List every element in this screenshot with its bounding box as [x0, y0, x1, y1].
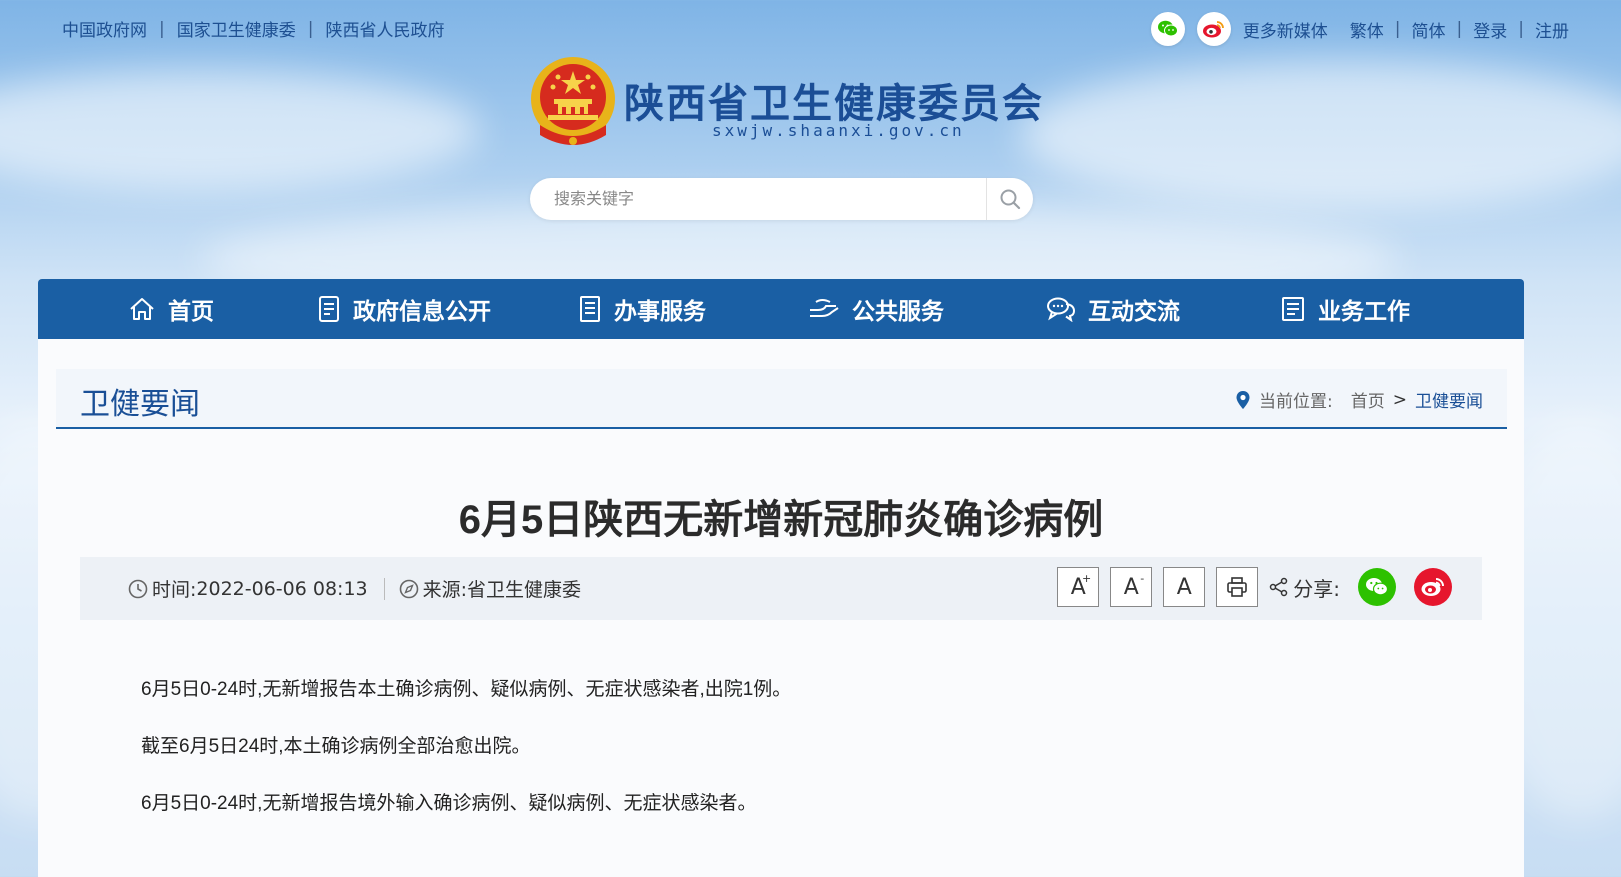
section-header: 卫健要闻 当前位置: 首页 > 卫健要闻 [56, 369, 1507, 429]
printer-icon [1227, 577, 1248, 597]
document-icon [319, 296, 339, 322]
nav-business[interactable]: 业务工作 [1280, 279, 1410, 339]
nav-label: 办事服务 [614, 299, 706, 325]
nav-interaction[interactable]: 互动交流 [1046, 279, 1180, 339]
nav-label: 业务工作 [1318, 299, 1410, 325]
article-paragraph: 6月5日0-24时,无新增报告本土确诊病例、疑似病例、无症状感染者,出院1例。 [141, 679, 792, 700]
weibo-icon [1421, 578, 1444, 596]
search-input[interactable] [552, 184, 986, 216]
share-icon [1270, 577, 1288, 597]
breadcrumb-separator: > [1392, 389, 1407, 410]
font-decrease-button[interactable]: A- [1110, 567, 1153, 607]
link-gov-cn[interactable]: 中国政府网 [62, 16, 147, 41]
main-nav: 首页 政府信息公开 办事服务 公共服务 互动交流 业务工作 [38, 279, 1524, 339]
separator: | [307, 18, 314, 39]
share-weibo-button[interactable] [1414, 568, 1452, 606]
font-increase-button[interactable]: A + [1057, 567, 1100, 607]
publish-time: 时间: 2022-06-06 08:13 [128, 575, 368, 602]
source-label: 来源: [422, 579, 468, 601]
share-label: 分享: [1269, 573, 1340, 602]
wechat-icon [1366, 578, 1389, 596]
time-value: 2022-06-06 08:13 [196, 577, 368, 600]
breadcrumb-current[interactable]: 卫健要闻 [1415, 387, 1483, 412]
link-simplified[interactable]: 简体 [1412, 17, 1446, 42]
wechat-icon[interactable] [1150, 12, 1185, 46]
time-label: 时间: [152, 579, 197, 601]
nav-services[interactable]: 办事服务 [578, 279, 706, 339]
separator: | [1394, 19, 1401, 39]
separator: | [159, 18, 165, 39]
button-label: A [1123, 574, 1139, 600]
search-icon [1000, 189, 1021, 210]
link-traditional[interactable]: 繁体 [1350, 17, 1384, 42]
nav-label: 政府信息公开 [353, 299, 491, 325]
source-value: 省卫生健康委 [467, 579, 582, 601]
breadcrumb-label: 当前位置: [1259, 392, 1333, 412]
hands-icon [810, 299, 839, 317]
font-reset-button[interactable]: A [1163, 567, 1206, 607]
register-link[interactable]: 注册 [1535, 17, 1569, 42]
breadcrumb: 当前位置: 首页 > 卫健要闻 [1235, 387, 1483, 412]
main-content: 卫健要闻 当前位置: 首页 > 卫健要闻 6月5日陕西无新增新冠肺炎确诊病例 时… [38, 339, 1524, 877]
national-emblem-icon [531, 57, 615, 145]
site-url: sxwjw.shaanxi.gov.cn [712, 121, 965, 140]
top-right-links: 更多新媒体 繁体 | 简体 | 登录 | 注册 [1150, 12, 1569, 46]
nav-label: 首页 [168, 299, 214, 325]
share-wechat-button[interactable] [1358, 568, 1396, 606]
nav-label: 公共服务 [852, 299, 944, 325]
share-text: 分享: [1293, 576, 1340, 601]
clock-icon [128, 579, 148, 598]
button-label: A [1176, 574, 1192, 600]
article-paragraph: 截至6月5日24时,本土确诊病例全部治愈出院。 [141, 736, 531, 757]
nav-public-services[interactable]: 公共服务 [808, 279, 944, 339]
article-meta: 时间: 2022-06-06 08:13 来源: 省卫生健康委 A + A- A … [80, 557, 1482, 620]
home-icon [130, 298, 154, 320]
breadcrumb-home[interactable]: 首页 [1351, 387, 1385, 412]
chat-icon [1047, 297, 1076, 322]
link-shaanxi-gov[interactable]: 陕西省人民政府 [325, 16, 444, 41]
weibo-icon[interactable] [1196, 12, 1231, 46]
briefcase-icon [1282, 297, 1304, 321]
location-pin-icon [1236, 390, 1250, 409]
link-nhc[interactable]: 国家卫生健康委 [177, 16, 296, 41]
divider [383, 577, 385, 600]
nav-home[interactable]: 首页 [128, 279, 214, 339]
more-media-link[interactable]: 更多新媒体 [1243, 17, 1328, 42]
separator: | [1456, 19, 1463, 39]
nav-gov-info[interactable]: 政府信息公开 [317, 279, 491, 339]
nav-label: 互动交流 [1088, 299, 1180, 325]
article-title: 6月5日陕西无新增新冠肺炎确诊病例 [458, 498, 1104, 542]
top-bar: 中国政府网 | 国家卫生健康委 | 陕西省人民政府 更多新媒体 繁体 | 简体 … [0, 0, 1621, 56]
article-body: 6月5日0-24时,无新增报告本土确诊病例、疑似病例、无症状感染者,出院1例。 … [141, 679, 1441, 850]
section-title: 卫健要闻 [80, 388, 200, 421]
search-bar [530, 178, 1033, 220]
article-paragraph: 6月5日0-24时,无新增报告境外输入确诊病例、疑似病例、无症状感染者。 [141, 793, 757, 814]
site-logo[interactable]: 陕西省卫生健康委员会 sxwjw.shaanxi.gov.cn [528, 55, 1048, 155]
compass-icon [399, 579, 418, 598]
article-source: 来源: 省卫生健康委 [399, 575, 581, 602]
clipboard-icon [580, 296, 600, 322]
search-button[interactable] [986, 178, 1033, 220]
top-links: 中国政府网 | 国家卫生健康委 | 陕西省人民政府 [62, 16, 444, 42]
login-link[interactable]: 登录 [1473, 17, 1507, 42]
separator: | [1518, 19, 1524, 39]
print-button[interactable] [1216, 567, 1259, 607]
